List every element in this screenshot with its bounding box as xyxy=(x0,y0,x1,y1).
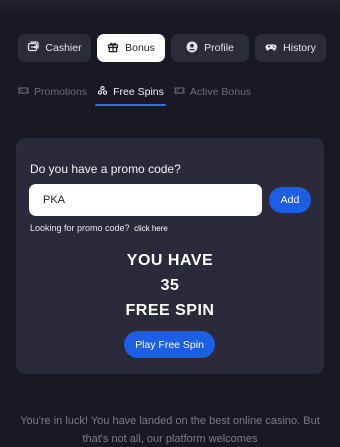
gift-icon xyxy=(107,41,119,56)
promo-lookup: Looking for promo code? click here xyxy=(30,223,168,233)
tab-free-spins[interactable]: Free Spins xyxy=(95,84,166,106)
tab-profile[interactable]: Profile xyxy=(171,34,249,62)
footer-text: You're in luck! You have landed on the b… xyxy=(20,415,320,445)
free-spins-line-1: YOU HAVE xyxy=(126,252,214,269)
sub-tabs: Promotions Free Spins Active Bonus xyxy=(18,84,318,106)
promo-lookup-text: Looking for promo code? xyxy=(30,223,130,233)
tab-profile-label: Profile xyxy=(204,42,234,54)
wallet-icon xyxy=(27,40,40,56)
user-icon xyxy=(186,41,198,56)
free-spins-card: Do you have a promo code? Add Looking fo… xyxy=(16,138,324,374)
ticket-icon xyxy=(18,85,29,99)
promo-lookup-link[interactable]: click here xyxy=(134,224,168,233)
promo-code-input[interactable] xyxy=(29,184,262,216)
ticket-icon xyxy=(174,85,185,99)
add-promo-button[interactable]: Add xyxy=(269,187,311,213)
free-spins-line-3: FREE SPIN xyxy=(125,302,215,319)
tab-history[interactable]: History xyxy=(255,34,326,62)
tab-free-spins-label: Free Spins xyxy=(113,86,164,98)
tab-active-bonus[interactable]: Active Bonus xyxy=(174,84,251,104)
tab-bonus-label: Bonus xyxy=(125,42,155,54)
tab-promotions-label: Promotions xyxy=(34,86,88,98)
tab-promotions[interactable]: Promotions xyxy=(18,84,87,104)
gamepad-icon xyxy=(265,41,277,56)
tab-cashier-label: Cashier xyxy=(45,42,82,54)
tab-active-bonus-label: Active Bonus xyxy=(189,86,252,98)
tab-bonus[interactable]: Bonus xyxy=(97,34,165,62)
free-spins-count: YOU HAVE 35 FREE SPIN xyxy=(16,248,324,323)
spin-icon xyxy=(97,85,108,99)
free-spins-number: 35 xyxy=(160,277,180,294)
tab-history-label: History xyxy=(283,42,316,54)
play-free-spin-button[interactable]: Play Free Spin xyxy=(124,331,215,358)
promo-question: Do you have a promo code? xyxy=(30,162,181,176)
main-tabs: Cashier Bonus Profile History xyxy=(18,34,326,62)
top-fade xyxy=(0,0,340,14)
tab-cashier[interactable]: Cashier xyxy=(18,34,91,62)
